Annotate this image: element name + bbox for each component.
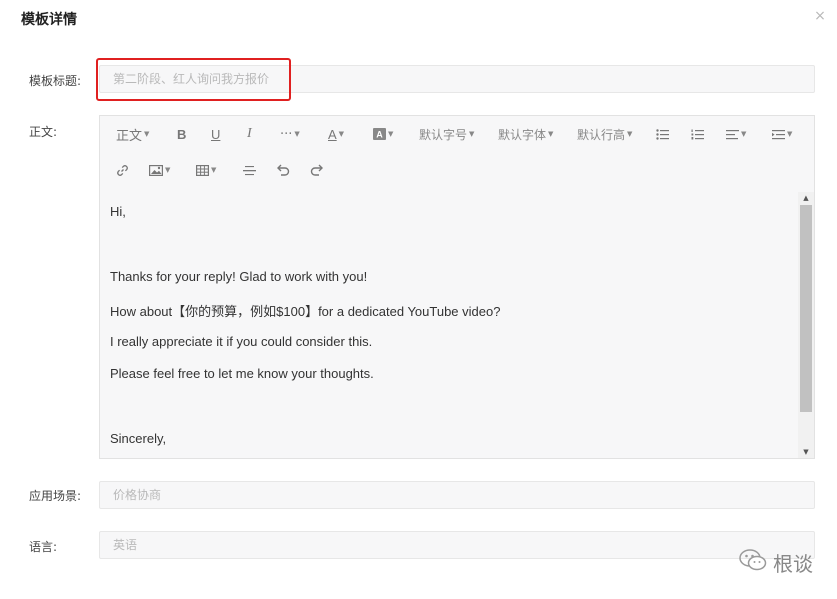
bold-button[interactable]: B bbox=[177, 124, 186, 144]
horizontal-rule-icon bbox=[243, 165, 256, 176]
template-title-input[interactable] bbox=[99, 65, 815, 93]
background-color-dropdown[interactable]: A ▼ bbox=[373, 124, 393, 144]
indent-dropdown[interactable]: ▼ bbox=[772, 124, 792, 144]
watermark: 根谈 bbox=[739, 548, 813, 577]
bullet-list-icon bbox=[656, 128, 669, 140]
body-label: 正文: bbox=[29, 125, 58, 139]
language-label: 语言: bbox=[29, 540, 58, 554]
line-height-dropdown[interactable]: 默认行高 ▼ bbox=[577, 124, 632, 144]
scene-label: 应用场景: bbox=[29, 489, 82, 503]
underline-button[interactable]: U bbox=[211, 124, 220, 144]
paragraph-style-dropdown[interactable]: 正文 ▼ bbox=[116, 124, 149, 144]
body-line: Thanks for your reply! Glad to work with… bbox=[110, 269, 368, 284]
more-format-dropdown[interactable]: ··· ▼ bbox=[280, 124, 300, 144]
editor-scrollbar[interactable]: ▲ ▼ bbox=[798, 192, 814, 458]
undo-icon bbox=[276, 164, 290, 176]
background-color-icon: A bbox=[373, 128, 386, 140]
font-family-label: 默认字体 bbox=[498, 127, 547, 142]
font-color-dropdown[interactable]: A ▼ bbox=[328, 124, 344, 144]
dialog-title: 模板详情 bbox=[21, 12, 77, 28]
wechat-icon bbox=[739, 548, 773, 577]
watermark-text: 根谈 bbox=[773, 552, 813, 576]
redo-button[interactable] bbox=[310, 160, 324, 180]
link-icon bbox=[116, 164, 129, 177]
font-size-label: 默认字号 bbox=[419, 127, 468, 142]
numbered-list-button[interactable] bbox=[691, 124, 704, 144]
chevron-down-icon: ▼ bbox=[388, 130, 394, 138]
link-button[interactable] bbox=[116, 160, 129, 180]
table-icon bbox=[196, 164, 209, 176]
font-size-dropdown[interactable]: 默认字号 ▼ bbox=[419, 124, 474, 144]
chevron-down-icon: ▼ bbox=[469, 130, 475, 138]
chevron-down-icon: ▼ bbox=[338, 130, 345, 138]
close-button[interactable]: × bbox=[813, 9, 827, 23]
bullet-list-button[interactable] bbox=[656, 124, 669, 144]
body-line: I really appreciate it if you could cons… bbox=[110, 334, 373, 349]
more-label: ··· bbox=[280, 126, 293, 142]
image-icon bbox=[149, 164, 163, 176]
chevron-down-icon: ▼ bbox=[741, 130, 747, 138]
body-line: Hi, bbox=[110, 204, 126, 219]
horizontal-rule-button[interactable] bbox=[243, 160, 256, 180]
line-height-label: 默认行高 bbox=[577, 127, 626, 142]
align-dropdown[interactable]: ▼ bbox=[726, 124, 746, 144]
body-line: How about【你的预算，例如$100】for a dedicated Yo… bbox=[110, 304, 501, 319]
chevron-down-icon: ▼ bbox=[165, 166, 171, 174]
paragraph-style-label: 正文 bbox=[116, 128, 143, 144]
chevron-down-icon: ▼ bbox=[144, 130, 150, 138]
undo-button[interactable] bbox=[276, 160, 290, 180]
scene-input[interactable] bbox=[99, 481, 815, 509]
editor-content-area[interactable]: Hi, Thanks for your reply! Glad to work … bbox=[100, 192, 798, 458]
indent-icon bbox=[772, 129, 785, 140]
align-left-icon bbox=[726, 129, 739, 140]
scroll-up-arrow-icon[interactable]: ▲ bbox=[798, 192, 814, 204]
chevron-down-icon: ▼ bbox=[211, 166, 217, 174]
body-line: Sincerely, bbox=[110, 431, 167, 446]
svg-text:A: A bbox=[376, 130, 383, 140]
redo-icon bbox=[310, 164, 324, 176]
chevron-down-icon: ▼ bbox=[627, 130, 633, 138]
chevron-down-icon: ▼ bbox=[548, 130, 554, 138]
font-family-dropdown[interactable]: 默认字体 ▼ bbox=[498, 124, 553, 144]
numbered-list-icon bbox=[691, 129, 704, 140]
rich-text-editor: 正文 ▼ B U I ··· ▼ A ▼ A ▼ 默认字号 ▼ 默认字体 ▼ 默认行高 ▼ bbox=[99, 115, 815, 459]
body-line: Please feel free to let me know your tho… bbox=[110, 366, 374, 381]
image-dropdown[interactable]: ▼ bbox=[149, 160, 170, 180]
language-input[interactable] bbox=[99, 531, 815, 559]
template-title-label: 模板标题: bbox=[29, 74, 82, 88]
chevron-down-icon: ▼ bbox=[294, 130, 300, 138]
scroll-thumb[interactable] bbox=[800, 205, 812, 412]
editor-toolbar-row-1: 正文 ▼ B U I ··· ▼ A ▼ A ▼ 默认字号 ▼ 默认字体 ▼ 默认行高 ▼ bbox=[100, 124, 816, 144]
table-dropdown[interactable]: ▼ bbox=[196, 160, 216, 180]
scroll-down-arrow-icon[interactable]: ▼ bbox=[798, 446, 814, 458]
chevron-down-icon: ▼ bbox=[787, 130, 793, 138]
italic-button[interactable]: I bbox=[247, 124, 252, 144]
font-color-label: A bbox=[328, 126, 337, 142]
editor-toolbar-row-2: ▼ ▼ bbox=[100, 160, 816, 180]
